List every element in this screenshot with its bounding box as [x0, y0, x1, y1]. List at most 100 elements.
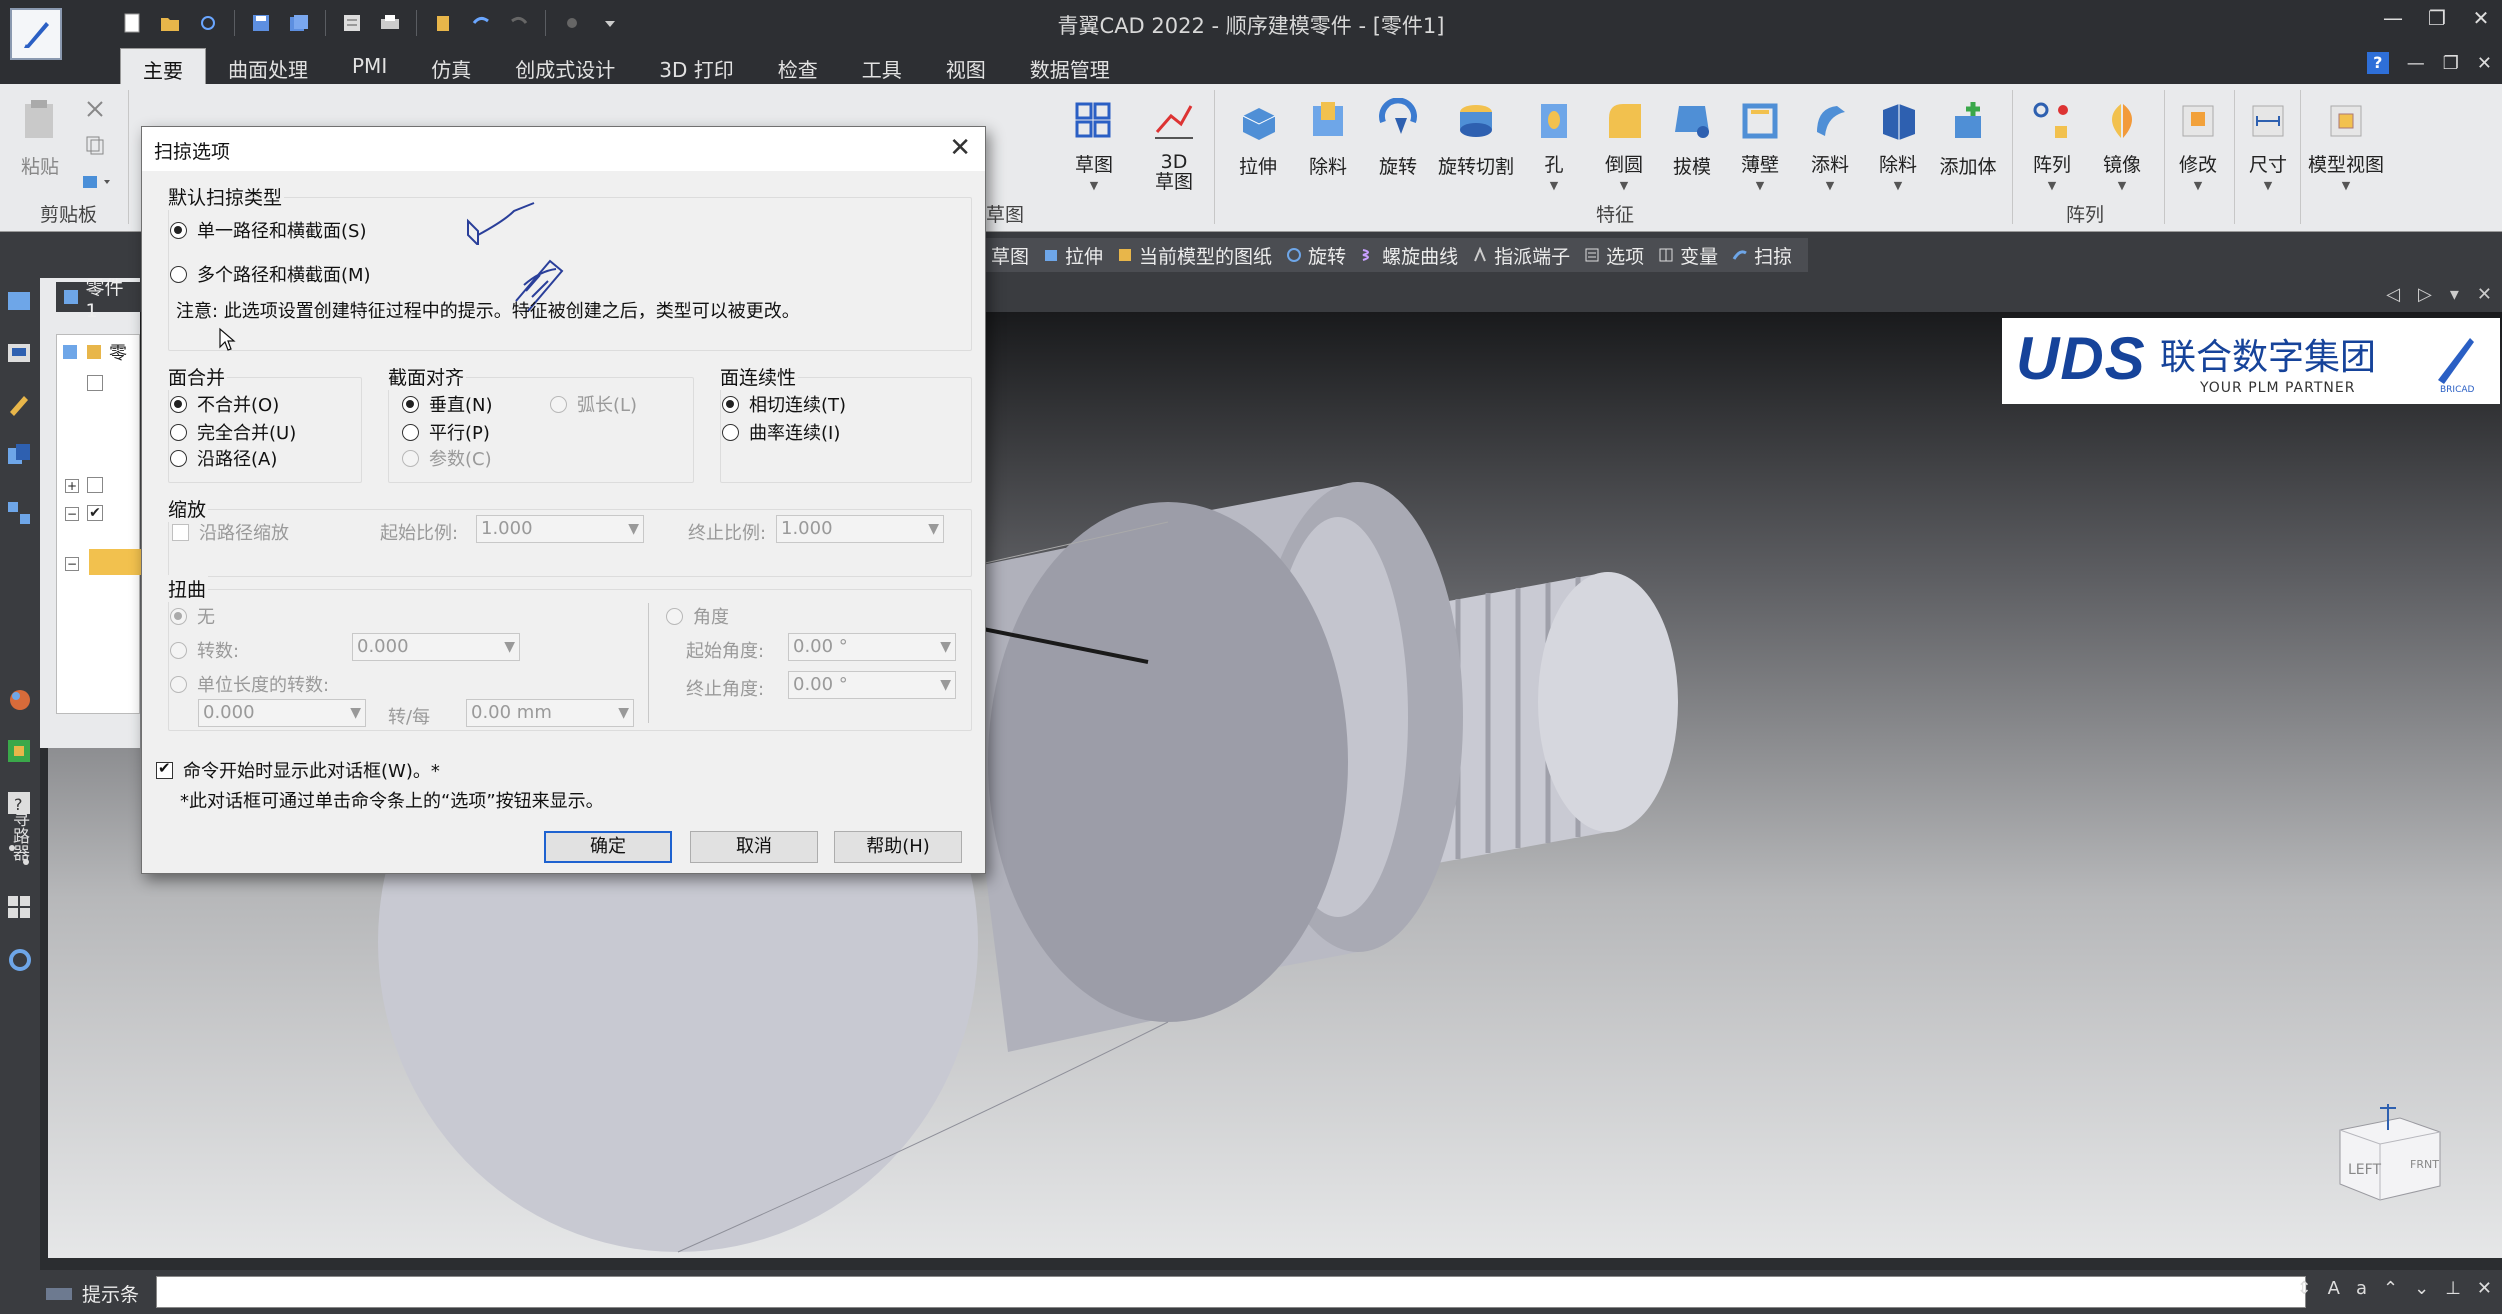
help-button[interactable]: 帮助(H) — [834, 831, 962, 863]
curvature-continuity-radio[interactable]: 曲率连续(I) — [722, 419, 840, 445]
customize-qat-icon[interactable] — [598, 11, 622, 35]
tab-3d-print[interactable]: 3D 打印 — [637, 48, 755, 84]
doc-close-icon[interactable]: ✕ — [2477, 53, 2492, 74]
pathfinder-icon[interactable] — [6, 288, 34, 316]
add-body-button[interactable]: 添加体 — [1932, 92, 2004, 192]
tab-simulation[interactable]: 仿真 — [409, 48, 493, 84]
cmd-current-model-drawing[interactable]: 当前模型的图纸 — [1117, 242, 1272, 269]
cancel-button[interactable]: 取消 — [690, 831, 818, 863]
tab-main[interactable]: 主要 — [120, 48, 206, 84]
normal-radio[interactable]: 垂直(N) — [402, 391, 493, 417]
clipboard-icon[interactable] — [431, 11, 455, 35]
tab-next-icon[interactable]: ▷ — [2418, 284, 2432, 305]
help-panel-icon[interactable]: ? — [6, 790, 34, 818]
undo-history-icon[interactable] — [196, 11, 220, 35]
cmd-options[interactable]: 选项 — [1584, 242, 1644, 269]
copy-icon[interactable] — [84, 134, 106, 156]
tab-prev-icon[interactable]: ◁ — [2386, 284, 2400, 305]
new-file-icon[interactable] — [120, 11, 144, 35]
doc-minimize-icon[interactable]: — — [2407, 53, 2425, 74]
library-icon[interactable] — [6, 442, 34, 470]
tangent-continuity-radio[interactable]: 相切连续(T) — [722, 391, 846, 417]
tab-tools[interactable]: 工具 — [840, 48, 924, 84]
pin-icon[interactable]: ⊥ — [2445, 1278, 2461, 1299]
sync-feature-node[interactable] — [89, 549, 141, 575]
mirror-button[interactable]: 镜像 ▼ — [2090, 92, 2154, 192]
open-folder-icon[interactable] — [158, 11, 182, 35]
collapse-icon[interactable]: − — [65, 557, 79, 571]
prompt-input[interactable] — [156, 1276, 2306, 1308]
close-icon[interactable]: ✕ — [2470, 6, 2492, 30]
cut-feature-button[interactable]: 除料 — [1296, 92, 1360, 192]
color-manager-icon[interactable] — [6, 738, 34, 766]
multiple-path-radio[interactable]: 多个路径和横截面(M) — [170, 261, 371, 287]
tab-generative-design[interactable]: 创成式设计 — [493, 48, 637, 84]
font-smaller-icon[interactable]: a — [2356, 1278, 2367, 1299]
cut-icon[interactable] — [84, 98, 106, 120]
layers-icon[interactable] — [6, 340, 34, 368]
tools-icon[interactable] — [6, 390, 34, 418]
save-icon[interactable] — [249, 11, 273, 35]
parallel-radio[interactable]: 平行(P) — [402, 419, 490, 445]
add-material-button[interactable]: 添料 ▼ — [1798, 92, 1862, 192]
link-icon[interactable] — [560, 11, 584, 35]
revolve-button[interactable]: 旋转 — [1366, 92, 1430, 192]
remove-material-button[interactable]: 除料 ▼ — [1866, 92, 1930, 192]
tree-checkbox[interactable] — [87, 477, 103, 493]
expand-down-icon[interactable]: ⌄ — [2414, 1278, 2429, 1299]
round-button[interactable]: 倒圆 ▼ — [1592, 92, 1656, 192]
collapse-up-icon[interactable]: ⌃ — [2383, 1278, 2398, 1299]
draft-button[interactable]: 拔模 — [1660, 92, 1724, 192]
tab-part1[interactable]: 零件1 — [56, 277, 140, 322]
cmd-extrude[interactable]: 拉伸 — [1043, 242, 1103, 269]
cmd-helix-curve[interactable]: 螺旋曲线 — [1360, 242, 1458, 269]
tab-surfacing[interactable]: 曲面处理 — [206, 48, 330, 84]
thin-wall-button[interactable]: 薄壁 ▼ — [1728, 92, 1792, 192]
merge-along-path-radio[interactable]: 沿路径(A) — [170, 445, 277, 471]
extrude-button[interactable]: 拉伸 — [1226, 92, 1290, 192]
cmd-sketch[interactable]: 草图 — [991, 242, 1029, 269]
dialog-titlebar[interactable]: 扫掠选项 ✕ — [142, 127, 985, 171]
scroll-updown-icon[interactable]: ⇕ — [2297, 1278, 2312, 1299]
minimize-icon[interactable]: — — [2382, 6, 2404, 30]
ok-button[interactable]: 确定 — [544, 831, 672, 863]
feature-library-icon[interactable] — [6, 500, 34, 528]
font-larger-icon[interactable]: A — [2328, 1278, 2340, 1299]
snap-points-icon[interactable] — [6, 842, 34, 870]
properties-icon[interactable] — [340, 11, 364, 35]
show-dialog-checkbox[interactable]: 命令开始时显示此对话框(W)。* — [156, 757, 440, 783]
view-cube[interactable]: LEFT FRNT — [2330, 1100, 2450, 1215]
cmd-assign-terminal[interactable]: 指派端子 — [1472, 242, 1570, 269]
close-icon[interactable]: ✕ — [949, 133, 971, 163]
modify-button[interactable]: 修改 ▼ — [2166, 92, 2230, 192]
help-icon[interactable]: ? — [2366, 52, 2389, 74]
grid-icon[interactable] — [6, 894, 34, 922]
save-all-icon[interactable] — [287, 11, 311, 35]
full-merge-radio[interactable]: 完全合并(U) — [170, 419, 296, 445]
doc-restore-icon[interactable]: ❐ — [2443, 53, 2459, 74]
close-icon[interactable]: ✕ — [2477, 1278, 2492, 1299]
app-menu-button[interactable] — [10, 8, 62, 60]
revolve-cut-button[interactable]: 旋转切割 — [1438, 92, 1514, 192]
no-merge-radio[interactable]: 不合并(O) — [170, 391, 279, 417]
pattern-button[interactable]: 阵列 ▼ — [2020, 92, 2084, 192]
sketch-button[interactable]: 草图 ▼ — [1062, 92, 1126, 192]
print-icon[interactable] — [378, 11, 402, 35]
tree-checkbox-checked[interactable]: ✔ — [87, 505, 103, 521]
tab-close-icon[interactable]: ✕ — [2477, 284, 2492, 305]
format-painter-icon[interactable] — [80, 172, 114, 194]
cmd-sweep[interactable]: 扫掠 — [1732, 242, 1792, 269]
tab-inspect[interactable]: 检查 — [756, 48, 840, 84]
tree-checkbox[interactable] — [87, 375, 103, 391]
collapse-icon[interactable]: − — [65, 507, 79, 521]
tab-view[interactable]: 视图 — [924, 48, 1008, 84]
3d-sketch-button[interactable]: 3D 草图 — [1142, 92, 1206, 192]
restore-icon[interactable]: ❐ — [2426, 6, 2448, 30]
hole-button[interactable]: 孔 ▼ — [1522, 92, 1586, 192]
redo-icon[interactable] — [507, 11, 531, 35]
tree-root[interactable]: 零 — [61, 339, 127, 365]
cmd-revolve[interactable]: 旋转 — [1286, 242, 1346, 269]
dimension-button[interactable]: 尺寸 ▼ — [2236, 92, 2300, 192]
appearance-icon[interactable] — [6, 686, 34, 714]
settings-icon[interactable] — [6, 946, 34, 974]
